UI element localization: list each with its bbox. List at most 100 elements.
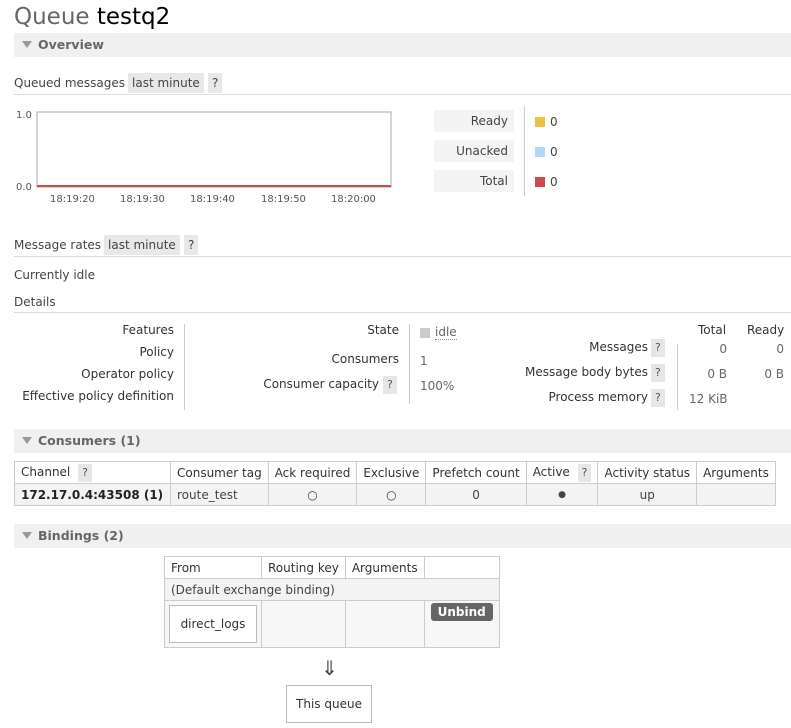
- unbind-cell: Unbind: [423, 600, 500, 648]
- details-divider: [184, 324, 185, 410]
- total-column-header: Total: [698, 323, 727, 337]
- body-bytes-ready-value: 0 B: [764, 367, 784, 381]
- table-row: direct_logs Unbind: [164, 600, 500, 648]
- bindings-header-row: From Routing key Arguments: [164, 556, 500, 579]
- collapse-triangle-icon: [22, 437, 32, 444]
- message-rates-label: Message rates: [14, 238, 102, 252]
- x-tick: 18:19:40: [190, 194, 235, 205]
- consumer-tag-header: Consumer tag: [170, 461, 269, 484]
- unbind-button[interactable]: Unbind: [430, 603, 493, 621]
- details-divider: [677, 344, 678, 410]
- ack-required-icon: ○: [267, 483, 358, 506]
- consumers-header-row: Channel ? Consumer tag Ack required Excl…: [14, 461, 776, 484]
- consumers-value: 1: [420, 354, 428, 368]
- process-memory-label: Process memory: [548, 390, 648, 404]
- legend-unacked-label: Unacked: [434, 140, 514, 162]
- consumer-capacity-value: 100%: [420, 379, 455, 393]
- legend-ready-swatch: [535, 117, 545, 127]
- chart-svg: 1.0 0.0 18:19:20 18:19:30 18:19:40 18:19…: [16, 110, 392, 205]
- message-rates-row: Message rates last minute ?: [14, 235, 791, 257]
- state-value: idle: [435, 325, 457, 340]
- prefetch-count-cell: 0: [425, 483, 527, 506]
- capacity-help-button[interactable]: ?: [383, 376, 397, 394]
- legend-unacked-value: 0: [550, 145, 558, 159]
- messages-help-button[interactable]: ?: [651, 339, 665, 357]
- arguments-cell: [344, 600, 425, 648]
- collapse-triangle-icon: [22, 41, 32, 48]
- bindings-section-label: Bindings (2): [38, 528, 124, 543]
- exclusive-icon: ○: [356, 483, 427, 506]
- legend-total-value: 0: [550, 175, 558, 189]
- messages-label: Messages: [589, 340, 648, 354]
- table-row: 172.17.0.4:43508 (1) route_test ○ ○ 0 ● …: [14, 483, 776, 506]
- legend-divider: [524, 106, 525, 196]
- overview-label: Overview: [38, 37, 104, 52]
- x-tick: 18:19:20: [50, 194, 95, 205]
- consumers-section-label: Consumers (1): [38, 433, 141, 448]
- queued-help-button[interactable]: ?: [208, 73, 223, 93]
- arguments-header: Arguments: [696, 461, 776, 484]
- activity-status-header: Activity status: [597, 461, 698, 484]
- active-dot-icon: ●: [525, 483, 599, 506]
- x-tick: 18:19:50: [261, 194, 306, 205]
- page-title: Queue testq2: [14, 4, 170, 30]
- operator-policy-label: Operator policy: [81, 367, 174, 381]
- channel-header: Channel ?: [14, 461, 171, 484]
- consumer-tag-cell: route_test: [170, 483, 269, 506]
- messages-ready-value: 0: [776, 342, 784, 356]
- legend-total-swatch: [535, 177, 545, 187]
- x-tick: 18:20:00: [331, 194, 376, 205]
- this-queue-box: This queue: [286, 685, 372, 723]
- channel-link[interactable]: 172.17.0.4:43508 (1): [14, 483, 171, 506]
- plot-area: [36, 111, 392, 188]
- table-row: (Default exchange binding): [164, 578, 500, 601]
- channel-help-button[interactable]: ?: [78, 463, 92, 482]
- arguments-header: Arguments: [344, 556, 425, 579]
- bindings-table: From Routing key Arguments (Default exch…: [164, 556, 500, 648]
- legend-ready-value: 0: [550, 115, 558, 129]
- active-header-label: Active: [532, 464, 570, 479]
- details-heading: Details: [14, 295, 791, 313]
- exchange-link[interactable]: direct_logs: [169, 605, 257, 643]
- consumers-section-toggle[interactable]: Consumers (1): [14, 429, 791, 453]
- prefetch-count-header: Prefetch count: [425, 461, 527, 484]
- queued-range-selector[interactable]: last minute: [128, 73, 204, 93]
- from-header: From: [164, 556, 262, 579]
- consumers-table: Channel ? Consumer tag Ack required Excl…: [14, 461, 776, 506]
- active-help-button[interactable]: ?: [577, 463, 592, 482]
- process-memory-help-button[interactable]: ?: [651, 389, 665, 407]
- ready-column-header: Ready: [747, 323, 785, 337]
- active-header: Active ?: [525, 461, 599, 484]
- idle-status-text: Currently idle: [14, 268, 95, 282]
- rates-range-selector[interactable]: last minute: [104, 235, 180, 255]
- y-tick-bottom: 0.0: [16, 182, 32, 193]
- action-header: [423, 556, 500, 579]
- queued-messages-chart: 1.0 0.0 18:19:20 18:19:30 18:19:40 18:19…: [14, 108, 414, 208]
- legend-total-label: Total: [434, 170, 514, 192]
- details-label: Details: [14, 295, 56, 309]
- body-bytes-help-button[interactable]: ?: [651, 364, 665, 382]
- overview-section-toggle[interactable]: Overview: [14, 33, 791, 57]
- exclusive-header: Exclusive: [356, 461, 427, 484]
- routing-key-header: Routing key: [261, 556, 346, 579]
- body-bytes-total-value: 0 B: [707, 367, 727, 381]
- channel-header-label: Channel: [21, 464, 71, 479]
- legend-unacked-swatch: [535, 147, 545, 157]
- activity-status-cell: up: [597, 483, 698, 506]
- queued-messages-label: Queued messages: [14, 76, 126, 90]
- details-divider: [409, 324, 410, 404]
- process-memory-value: 12 KiB: [689, 392, 728, 406]
- ack-required-header: Ack required: [267, 461, 358, 484]
- from-cell: direct_logs: [164, 600, 262, 648]
- default-exchange-binding-row: (Default exchange binding): [164, 578, 500, 601]
- arguments-cell: [696, 483, 776, 506]
- collapse-triangle-icon: [22, 532, 32, 539]
- features-label: Features: [122, 323, 174, 337]
- y-tick-top: 1.0: [16, 110, 32, 121]
- state-idle-icon: [420, 328, 430, 338]
- bindings-section-toggle[interactable]: Bindings (2): [14, 524, 791, 548]
- effective-policy-label: Effective policy definition: [22, 389, 174, 403]
- queued-messages-row: Queued messages last minute ?: [14, 73, 791, 95]
- rates-help-button[interactable]: ?: [184, 235, 199, 255]
- consumers-label: Consumers: [331, 352, 399, 366]
